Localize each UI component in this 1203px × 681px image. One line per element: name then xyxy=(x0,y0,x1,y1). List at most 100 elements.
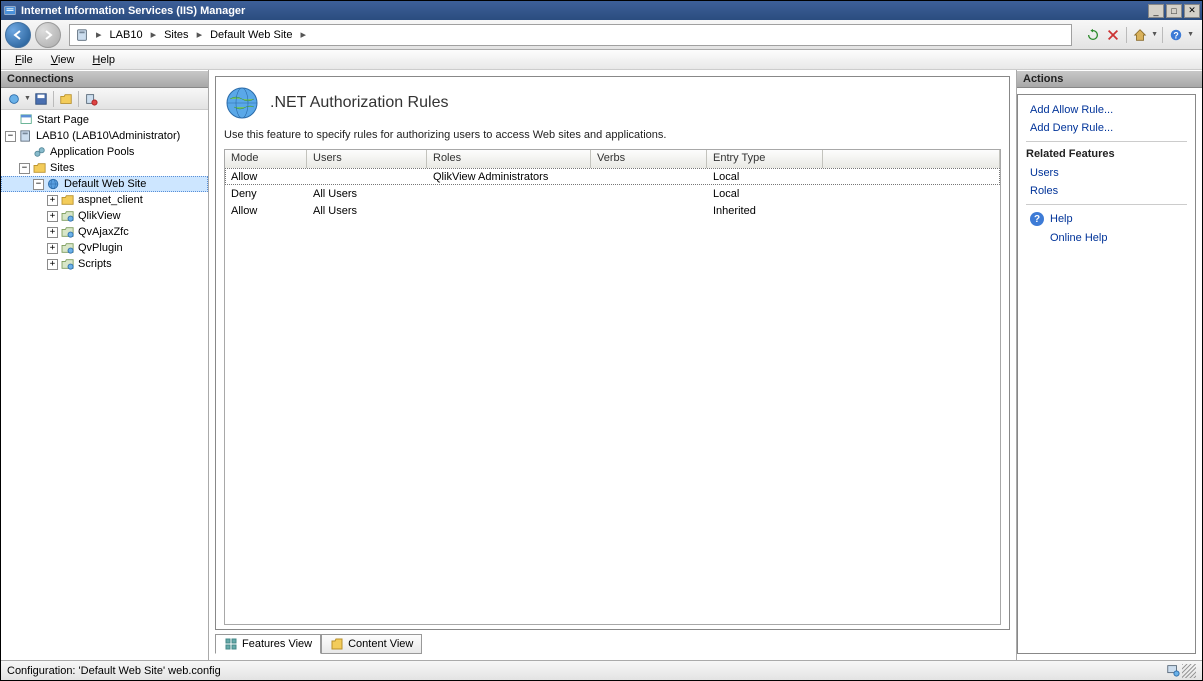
action-help[interactable]: ? Help xyxy=(1026,209,1187,229)
cell-mode: Deny xyxy=(225,188,307,200)
tab-label: Content View xyxy=(348,638,413,650)
server-icon xyxy=(18,129,34,143)
chevron-right-icon[interactable]: ▸ xyxy=(298,28,308,41)
stop-icon[interactable] xyxy=(1104,26,1122,44)
resize-grip[interactable] xyxy=(1182,664,1196,678)
tab-content-view[interactable]: Content View xyxy=(321,634,422,654)
grid-row[interactable]: Allow All Users Inherited xyxy=(225,202,1000,219)
tree-qlikview[interactable]: + QlikView xyxy=(1,208,208,224)
chevron-down-icon[interactable]: ▼ xyxy=(1151,31,1158,38)
col-users[interactable]: Users xyxy=(307,150,427,168)
separator xyxy=(1026,204,1187,205)
home-icon[interactable] xyxy=(1131,26,1149,44)
tree-server[interactable]: − LAB10 (LAB10\Administrator) xyxy=(1,128,208,144)
action-add-deny[interactable]: Add Deny Rule... xyxy=(1026,119,1187,137)
menu-help[interactable]: Help xyxy=(84,52,123,68)
tree-label: aspnet_client xyxy=(78,194,143,206)
folder-up-icon[interactable] xyxy=(57,90,75,108)
action-users[interactable]: Users xyxy=(1026,164,1187,182)
expand-icon[interactable]: + xyxy=(47,195,58,206)
action-roles[interactable]: Roles xyxy=(1026,182,1187,200)
separator xyxy=(1126,27,1127,43)
cell-users: All Users xyxy=(307,205,427,217)
tree-label: QvPlugin xyxy=(78,242,123,254)
tree-qvajaxzfc[interactable]: + QvAjaxZfc xyxy=(1,224,208,240)
actions-body: Add Allow Rule... Add Deny Rule... Relat… xyxy=(1017,94,1196,654)
app-icon xyxy=(3,4,17,18)
feature-header: .NET Authorization Rules xyxy=(224,85,1001,121)
vdir-icon xyxy=(60,225,76,239)
action-add-allow[interactable]: Add Allow Rule... xyxy=(1026,101,1187,119)
separator xyxy=(78,91,79,107)
col-entry[interactable]: Entry Type xyxy=(707,150,823,168)
tab-features-view[interactable]: Features View xyxy=(215,634,321,654)
back-button[interactable] xyxy=(5,22,31,48)
col-mode[interactable]: Mode xyxy=(225,150,307,168)
separator xyxy=(1162,27,1163,43)
iis-manager-window: Internet Information Services (IIS) Mana… xyxy=(0,0,1203,681)
refresh-icon[interactable] xyxy=(1084,26,1102,44)
tree-label: LAB10 (LAB10\Administrator) xyxy=(36,130,180,142)
tree-label: Default Web Site xyxy=(64,178,146,190)
tree-label: Application Pools xyxy=(50,146,134,158)
chevron-right-icon[interactable]: ▸ xyxy=(195,28,205,41)
menu-view[interactable]: View xyxy=(43,52,83,68)
tree-label: Sites xyxy=(50,162,74,174)
action-online-help[interactable]: Online Help xyxy=(1026,229,1187,247)
collapse-icon[interactable]: − xyxy=(19,163,30,174)
close-button[interactable]: ✕ xyxy=(1184,4,1200,18)
minimize-button[interactable]: _ xyxy=(1148,4,1164,18)
save-icon[interactable] xyxy=(32,90,50,108)
col-filler xyxy=(823,150,1000,168)
breadcrumb-server[interactable]: LAB10 xyxy=(106,29,147,41)
tree-start-page[interactable]: Start Page xyxy=(1,112,208,128)
chevron-right-icon[interactable]: ▸ xyxy=(94,28,104,41)
expand-icon[interactable]: + xyxy=(47,227,58,238)
actions-header: Actions xyxy=(1017,70,1202,88)
breadcrumb-sites[interactable]: Sites xyxy=(160,29,192,41)
tree-label: Start Page xyxy=(37,114,89,126)
tree-aspnet-client[interactable]: + aspnet_client xyxy=(1,192,208,208)
chevron-down-icon[interactable]: ▼ xyxy=(24,95,31,102)
tree-label: QlikView xyxy=(78,210,121,222)
menu-file[interactable]: File xyxy=(7,52,41,68)
actions-panel: Actions Add Allow Rule... Add Deny Rule.… xyxy=(1016,70,1202,660)
expand-icon[interactable]: + xyxy=(47,243,58,254)
sites-folder-icon xyxy=(32,161,48,175)
tree-scripts[interactable]: + Scripts xyxy=(1,256,208,272)
tree-label: Scripts xyxy=(78,258,112,270)
grid-row[interactable]: Allow QlikView Administrators Local xyxy=(225,168,1000,185)
expand-icon[interactable]: + xyxy=(47,259,58,270)
grid-body: Allow QlikView Administrators Local Deny… xyxy=(225,168,1000,624)
help-icon[interactable]: ? xyxy=(1167,26,1185,44)
collapse-icon[interactable]: − xyxy=(5,131,16,142)
chevron-right-icon[interactable]: ▸ xyxy=(149,28,159,41)
tree-app-pools[interactable]: Application Pools xyxy=(1,144,208,160)
expand-icon[interactable]: + xyxy=(47,211,58,222)
breadcrumb[interactable]: ▸ LAB10 ▸ Sites ▸ Default Web Site ▸ xyxy=(69,24,1072,46)
svg-text:?: ? xyxy=(1173,30,1178,40)
chevron-down-icon[interactable]: ▼ xyxy=(1187,31,1194,38)
maximize-button[interactable]: □ xyxy=(1166,4,1182,18)
grid-header: Mode Users Roles Verbs Entry Type xyxy=(225,150,1000,168)
connect-icon[interactable] xyxy=(5,90,23,108)
rules-grid: Mode Users Roles Verbs Entry Type Allow … xyxy=(224,149,1001,625)
start-page-icon xyxy=(19,113,35,127)
content-box: .NET Authorization Rules Use this featur… xyxy=(215,76,1010,630)
tree-default-site[interactable]: − Default Web Site xyxy=(1,176,208,192)
server-refresh-icon[interactable] xyxy=(82,90,100,108)
feature-globe-icon xyxy=(224,85,260,121)
nav-toolbar: ▸ LAB10 ▸ Sites ▸ Default Web Site ▸ ▼ ? xyxy=(1,20,1202,50)
status-icon xyxy=(1166,663,1182,679)
col-roles[interactable]: Roles xyxy=(427,150,591,168)
col-verbs[interactable]: Verbs xyxy=(591,150,707,168)
grid-row[interactable]: Deny All Users Local xyxy=(225,185,1000,202)
collapse-icon[interactable]: − xyxy=(33,179,44,190)
globe-icon xyxy=(46,177,62,191)
tree-qvplugin[interactable]: + QvPlugin xyxy=(1,240,208,256)
feature-description: Use this feature to specify rules for au… xyxy=(224,129,1001,141)
breadcrumb-site[interactable]: Default Web Site xyxy=(206,29,296,41)
connections-panel: Connections ▼ Start Page − xyxy=(1,70,209,660)
tree-sites[interactable]: − Sites xyxy=(1,160,208,176)
forward-button[interactable] xyxy=(35,22,61,48)
